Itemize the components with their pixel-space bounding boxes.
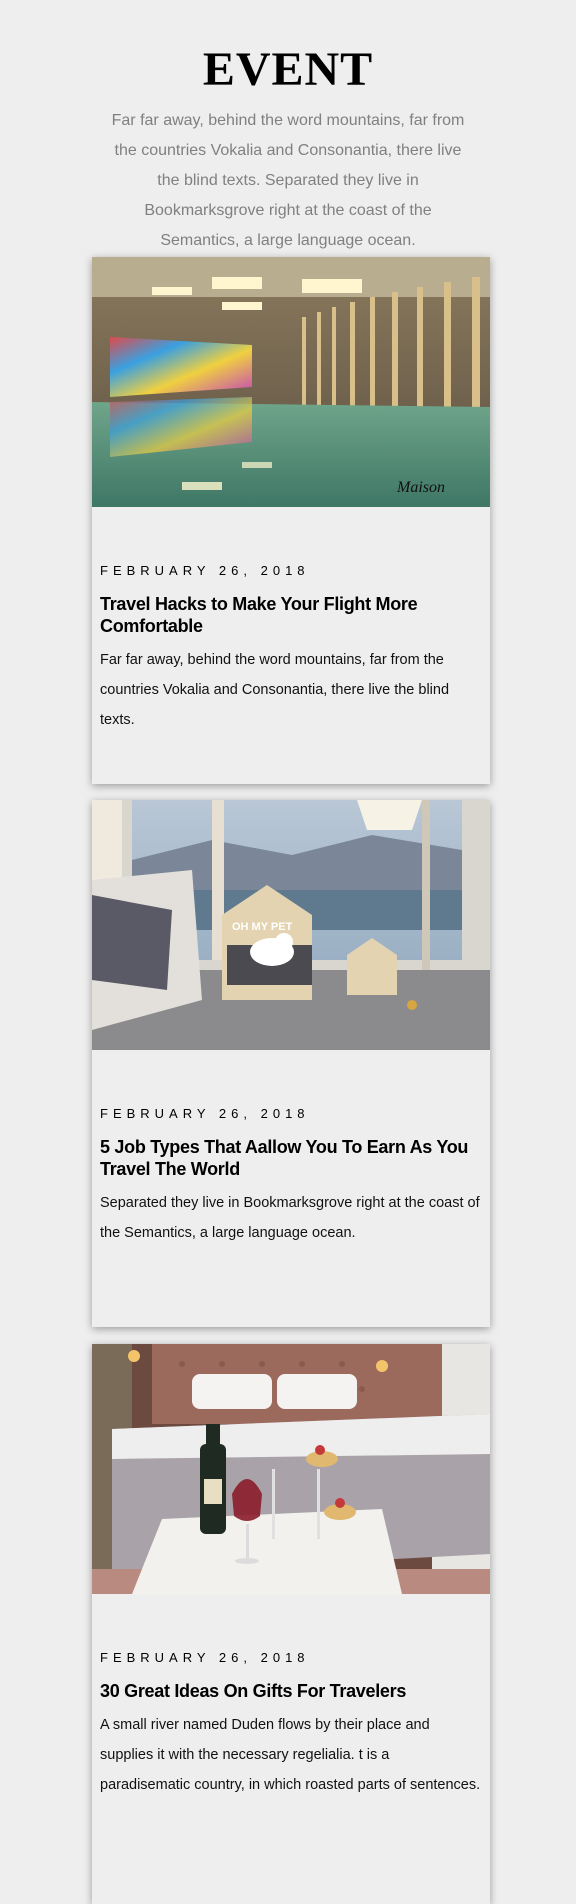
indoor-pool-image[interactable]: Maison	[92, 257, 490, 507]
event-card[interactable]: FEBRUARY 26, 2018 30 Great Ideas On Gift…	[92, 1344, 490, 1904]
event-date: FEBRUARY 26, 2018	[100, 1106, 310, 1121]
event-title[interactable]: 30 Great Ideas On Gifts For Travelers	[100, 1680, 482, 1702]
event-description: A small river named Duden flows by their…	[100, 1717, 481, 1793]
event-title[interactable]: 5 Job Types That Aallow You To Earn As Y…	[100, 1136, 482, 1180]
card-body: FEBRUARY 26, 2018 5 Job Types That Aallo…	[92, 1050, 490, 1248]
pet-bed-room-image[interactable]: OH MY PET	[92, 800, 490, 1050]
event-date: FEBRUARY 26, 2018	[100, 563, 310, 578]
event-description: Separated they live in Bookmarksgrove ri…	[100, 1195, 480, 1241]
maison-logo: Maison	[396, 479, 445, 496]
event-card[interactable]: Maison FEBRUARY 26, 2018 Travel Hacks to…	[92, 257, 490, 784]
page-title: EVENT	[202, 43, 374, 96]
event-description: Far far away, behind the word mountains,…	[100, 652, 450, 728]
intro-text: Far far away, behind the word mountains,…	[111, 112, 465, 249]
card-body: FEBRUARY 26, 2018 30 Great Ideas On Gift…	[92, 1594, 490, 1800]
bedroom-champagne-image[interactable]	[92, 1344, 490, 1594]
event-card[interactable]: OH MY PET FEBRUARY 26, 2018 5 Job Types …	[92, 800, 490, 1327]
page-header: EVENT Far far away, behind the word moun…	[0, 0, 576, 256]
card-body: FEBRUARY 26, 2018 Travel Hacks to Make Y…	[92, 507, 490, 735]
oh-my-pet-sign: OH MY PET	[232, 921, 293, 933]
event-date: FEBRUARY 26, 2018	[100, 1650, 310, 1665]
event-title[interactable]: Travel Hacks to Make Your Flight More Co…	[100, 593, 482, 637]
